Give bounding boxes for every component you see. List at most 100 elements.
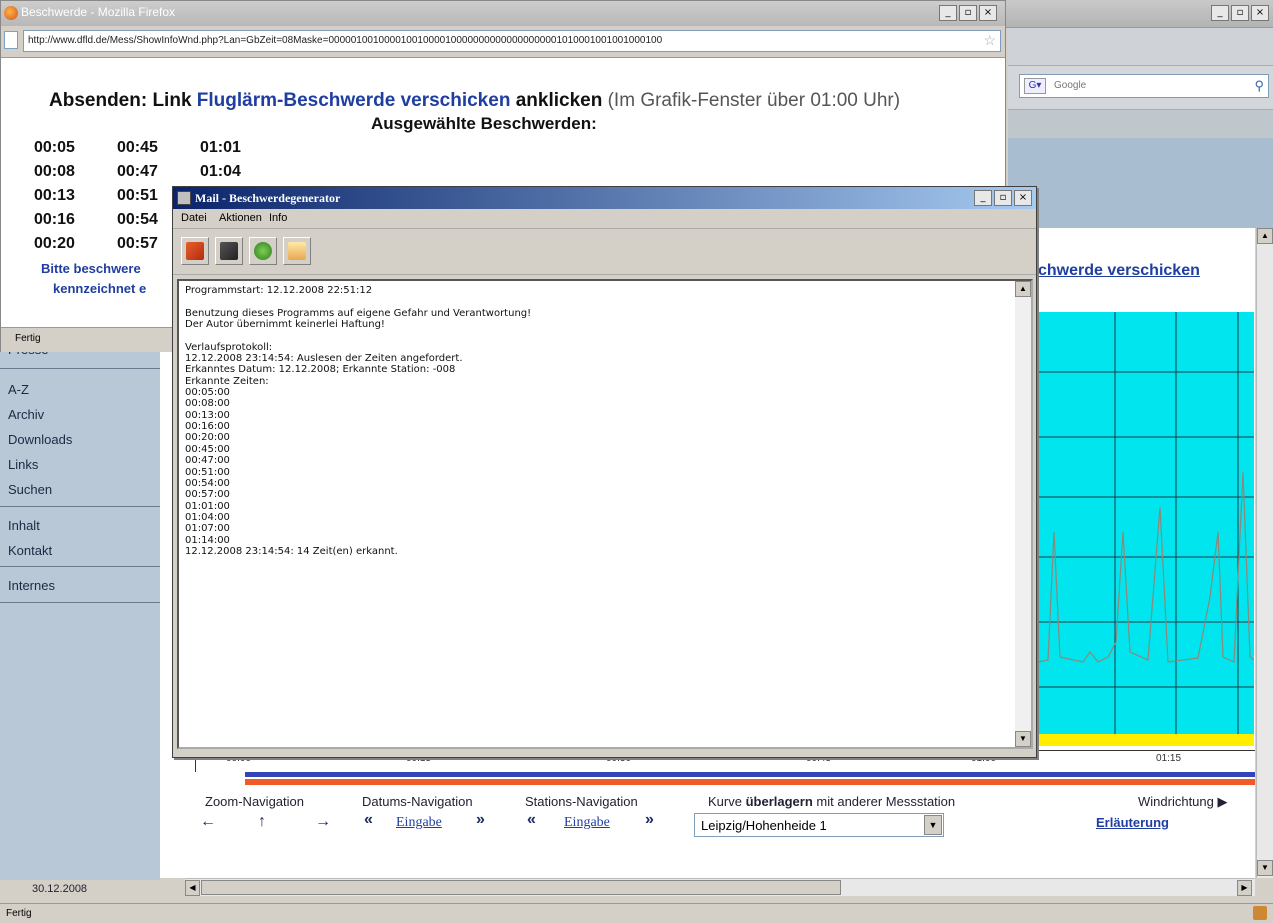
log-line: Erkanntes Datum: 12.12.2008; Erkannte St… xyxy=(185,364,456,376)
sidebar-item-suchen[interactable]: Suchen xyxy=(8,482,52,497)
wind-direction-label[interactable]: Windrichtung ▶ xyxy=(1138,794,1227,810)
generate-button[interactable] xyxy=(249,237,277,265)
zoom-left-arrow-icon[interactable]: ← xyxy=(200,813,216,831)
popup-close-button[interactable]: × xyxy=(979,5,997,21)
log-line: 01:14:00 xyxy=(185,534,230,546)
log-line: 00:47:00 xyxy=(185,455,230,467)
log-line: 00:08:00 xyxy=(185,398,230,410)
sidebar-item-inhalt[interactable]: Inhalt xyxy=(8,518,40,533)
sidebar-item-downloads[interactable]: Downloads xyxy=(8,432,72,447)
overlay-curve-label: Kurve überlagern mit anderer Messstation xyxy=(708,794,956,809)
complaint-send-link[interactable]: chwerde verschicken xyxy=(1038,262,1200,280)
menu-datei[interactable]: Datei xyxy=(181,212,207,224)
popup-hint-line-2: kennzeichnet e xyxy=(53,281,147,296)
close-button[interactable]: × xyxy=(1251,5,1269,21)
log-scroll-down-icon[interactable]: ▼ xyxy=(1015,731,1031,747)
noise-chart xyxy=(1038,312,1254,744)
popup-window-controls: _ ▫ × xyxy=(939,5,997,21)
explanation-link[interactable]: Erläuterung xyxy=(1096,815,1169,830)
scroll-up-icon[interactable]: ▲ xyxy=(1257,228,1273,244)
selected-time: 00:08 xyxy=(34,163,75,180)
selected-time: 00:51 xyxy=(117,187,158,204)
menu-aktionen[interactable]: Aktionen xyxy=(219,212,262,224)
mail-titlebar: Mail - Beschwerdegenerator _ ▫ × xyxy=(173,187,1036,209)
sidebar-item-links[interactable]: Links xyxy=(8,457,38,472)
selected-time: 01:04 xyxy=(200,163,241,180)
main-tab-strip xyxy=(1008,110,1273,138)
search-icon[interactable]: ⚲ xyxy=(1254,78,1264,94)
log-line: 00:05:00 xyxy=(185,387,230,399)
url-field[interactable]: http://www.dfld.de/Mess/ShowInfoWnd.php?… xyxy=(23,30,1001,52)
log-text: Programmstart: 12.12.2008 22:51:12 Benut… xyxy=(185,285,531,557)
minimize-button[interactable]: _ xyxy=(1211,5,1229,21)
bookmark-star-icon[interactable]: ☆ xyxy=(983,32,996,49)
log-line: 00:45:00 xyxy=(185,443,230,455)
sidebar-item-internes[interactable]: Internes xyxy=(8,578,55,593)
selected-time: 00:54 xyxy=(117,211,158,228)
addon-icon[interactable] xyxy=(1253,906,1267,920)
exit-button[interactable] xyxy=(181,237,209,265)
date-prev-icon[interactable]: « xyxy=(364,811,373,829)
scroll-down-icon[interactable]: ▼ xyxy=(1257,860,1273,876)
x-tick: 01:15 xyxy=(1156,753,1182,764)
search-engine-icon[interactable]: G▾ xyxy=(1024,78,1046,94)
log-output[interactable]: Programmstart: 12.12.2008 22:51:12 Benut… xyxy=(177,279,1033,749)
log-line: 00:57:00 xyxy=(185,489,230,501)
timeline-stripe-blue xyxy=(245,772,1255,777)
chevron-down-icon[interactable]: ▼ xyxy=(924,815,942,835)
mail-app-icon[interactable] xyxy=(177,191,191,205)
scroll-right-icon[interactable]: ▶ xyxy=(1237,880,1252,896)
sidebar-item-kontakt[interactable]: Kontakt xyxy=(8,543,52,558)
log-line: 01:07:00 xyxy=(185,523,230,535)
exit-icon xyxy=(186,242,204,260)
log-scrollbar[interactable]: ▲ ▼ xyxy=(1015,281,1031,747)
complaint-link[interactable]: Fluglärm-Beschwerde verschicken xyxy=(197,90,511,111)
scroll-left-icon[interactable]: ◀ xyxy=(185,880,200,896)
popup-urlbar: http://www.dfld.de/Mess/ShowInfoWnd.php?… xyxy=(1,26,1005,58)
horizontal-scrollbar[interactable]: ◀ ▶ xyxy=(185,878,1255,896)
mail-maximize-button[interactable]: ▫ xyxy=(994,190,1012,206)
mail-minimize-button[interactable]: _ xyxy=(974,190,992,206)
log-line: 00:20:00 xyxy=(185,432,230,444)
popup-title: Beschwerde - Mozilla Firefox xyxy=(21,5,176,19)
search-input[interactable]: G▾ Google ⚲ xyxy=(1019,74,1269,98)
date-navigation-label: Datums-Navigation xyxy=(362,794,473,809)
url-text: http://www.dfld.de/Mess/ShowInfoWnd.php?… xyxy=(28,35,663,46)
log-line: 00:54:00 xyxy=(185,477,230,489)
maximize-button[interactable]: ▫ xyxy=(1231,5,1249,21)
popup-minimize-button[interactable]: _ xyxy=(939,5,957,21)
mail-window-controls: _ ▫ × xyxy=(974,190,1032,206)
station-prev-icon[interactable]: « xyxy=(527,811,536,829)
zoom-navigation-label: Zoom-Navigation xyxy=(205,794,304,809)
date-input-link[interactable]: Eingabe xyxy=(396,815,442,831)
log-line: 00:13:00 xyxy=(185,409,230,421)
horizontal-scroll-thumb[interactable] xyxy=(201,880,841,895)
log-line: 12.12.2008 23:14:54: 14 Zeit(en) erkannt… xyxy=(185,545,398,557)
popup-maximize-button[interactable]: ▫ xyxy=(959,5,977,21)
vertical-scrollbar[interactable]: ▲ ▼ xyxy=(1256,228,1273,878)
station-input-link[interactable]: Eingabe xyxy=(564,815,610,831)
sidebar-item-archiv[interactable]: Archiv xyxy=(8,407,44,422)
cursor-icon xyxy=(220,242,238,260)
station-select[interactable]: Leipzig/Hohenheide 1 ▼ xyxy=(694,813,944,837)
firefox-icon xyxy=(4,6,18,20)
noise-chart-svg xyxy=(1038,312,1254,744)
selected-time: 00:45 xyxy=(117,139,158,156)
mail-menubar: Datei Aktionen Info xyxy=(173,209,1036,229)
zoom-right-arrow-icon[interactable]: → xyxy=(315,813,331,831)
mail-window: Mail - Beschwerdegenerator _ ▫ × Datei A… xyxy=(172,186,1037,758)
mail-title: Mail - Beschwerdegenerator xyxy=(195,191,341,205)
mail-close-button[interactable]: × xyxy=(1014,190,1032,206)
menu-info[interactable]: Info xyxy=(269,212,287,224)
read-times-button[interactable] xyxy=(215,237,243,265)
send-mail-button[interactable] xyxy=(283,237,311,265)
selected-time: 00:16 xyxy=(34,211,75,228)
sidebar-item-a-z[interactable]: A-Z xyxy=(8,382,29,397)
date-next-icon[interactable]: » xyxy=(476,811,485,829)
popup-hint-line-1: Bitte beschwere xyxy=(41,261,141,276)
log-line: Benutzung dieses Programms auf eigene Ge… xyxy=(185,307,532,319)
station-next-icon[interactable]: » xyxy=(645,811,654,829)
zoom-in-arrow-icon[interactable]: ↑ xyxy=(258,813,266,831)
log-scroll-up-icon[interactable]: ▲ xyxy=(1015,281,1031,297)
